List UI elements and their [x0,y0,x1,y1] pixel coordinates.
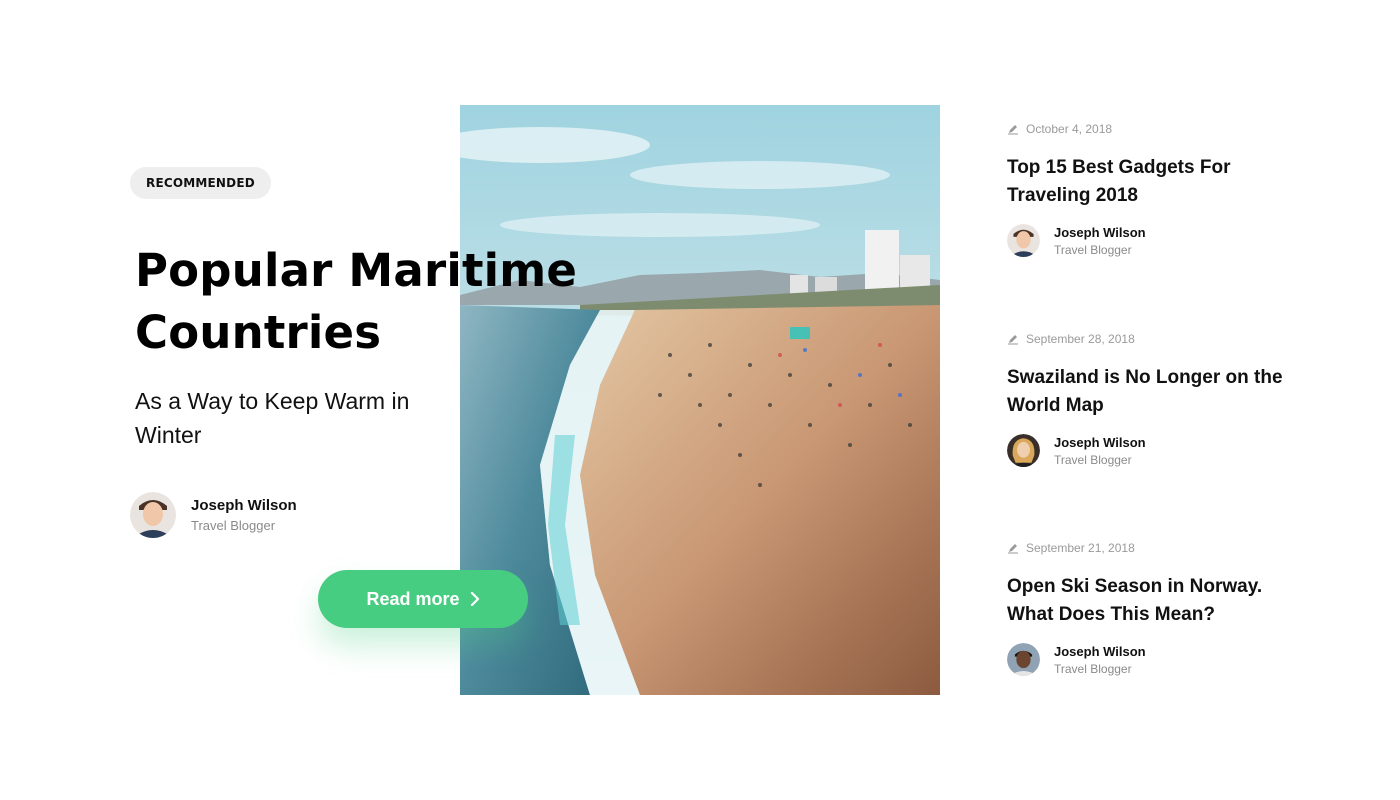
article-author[interactable]: Joseph Wilson Travel Blogger [1007,643,1297,676]
author-avatar [1007,224,1040,257]
author-name: Joseph Wilson [1054,643,1146,659]
blog-page: RECOMMENDED Popular Maritime Countries A… [0,0,1400,800]
article-date-row: October 4, 2018 [1007,122,1297,136]
pen-icon [1007,123,1019,135]
author-role: Travel Blogger [1054,242,1132,257]
article-title[interactable]: Swaziland is No Longer on the World Map [1007,364,1297,420]
pen-icon [1007,333,1019,345]
chevron-right-icon [470,592,480,606]
recommended-badge: RECOMMENDED [130,167,271,199]
author-avatar [1007,643,1040,676]
article-card: October 4, 2018 Top 15 Best Gadgets For … [1007,122,1297,257]
article-date: September 21, 2018 [1026,541,1135,555]
featured-beach-photo[interactable] [460,105,940,695]
article-date-row: September 21, 2018 [1007,541,1297,555]
article-title[interactable]: Open Ski Season in Norway. What Does Thi… [1007,573,1297,629]
author-name: Joseph Wilson [1054,224,1146,240]
article-date: September 28, 2018 [1026,332,1135,346]
author-avatar [130,492,176,538]
author-avatar [1007,434,1040,467]
article-date: October 4, 2018 [1026,122,1113,136]
article-author[interactable]: Joseph Wilson Travel Blogger [1007,224,1297,257]
featured-author[interactable]: Joseph Wilson Travel Blogger [130,492,297,538]
author-name: Joseph Wilson [191,497,297,514]
article-author[interactable]: Joseph Wilson Travel Blogger [1007,434,1297,467]
featured-title[interactable]: Popular Maritime Countries [135,240,655,364]
author-role: Travel Blogger [1054,661,1132,676]
article-card: September 28, 2018 Swaziland is No Longe… [1007,332,1297,467]
pen-icon [1007,542,1019,554]
author-name: Joseph Wilson [1054,434,1146,450]
read-more-button[interactable]: Read more [318,570,528,628]
author-role: Travel Blogger [1054,452,1132,467]
article-card: September 21, 2018 Open Ski Season in No… [1007,541,1297,676]
read-more-label: Read more [366,588,460,609]
article-date-row: September 28, 2018 [1007,332,1297,346]
article-title[interactable]: Top 15 Best Gadgets For Traveling 2018 [1007,154,1297,210]
featured-subtitle: As a Way to Keep Warm in Winter [135,388,410,448]
author-role: Travel Blogger [191,518,276,533]
